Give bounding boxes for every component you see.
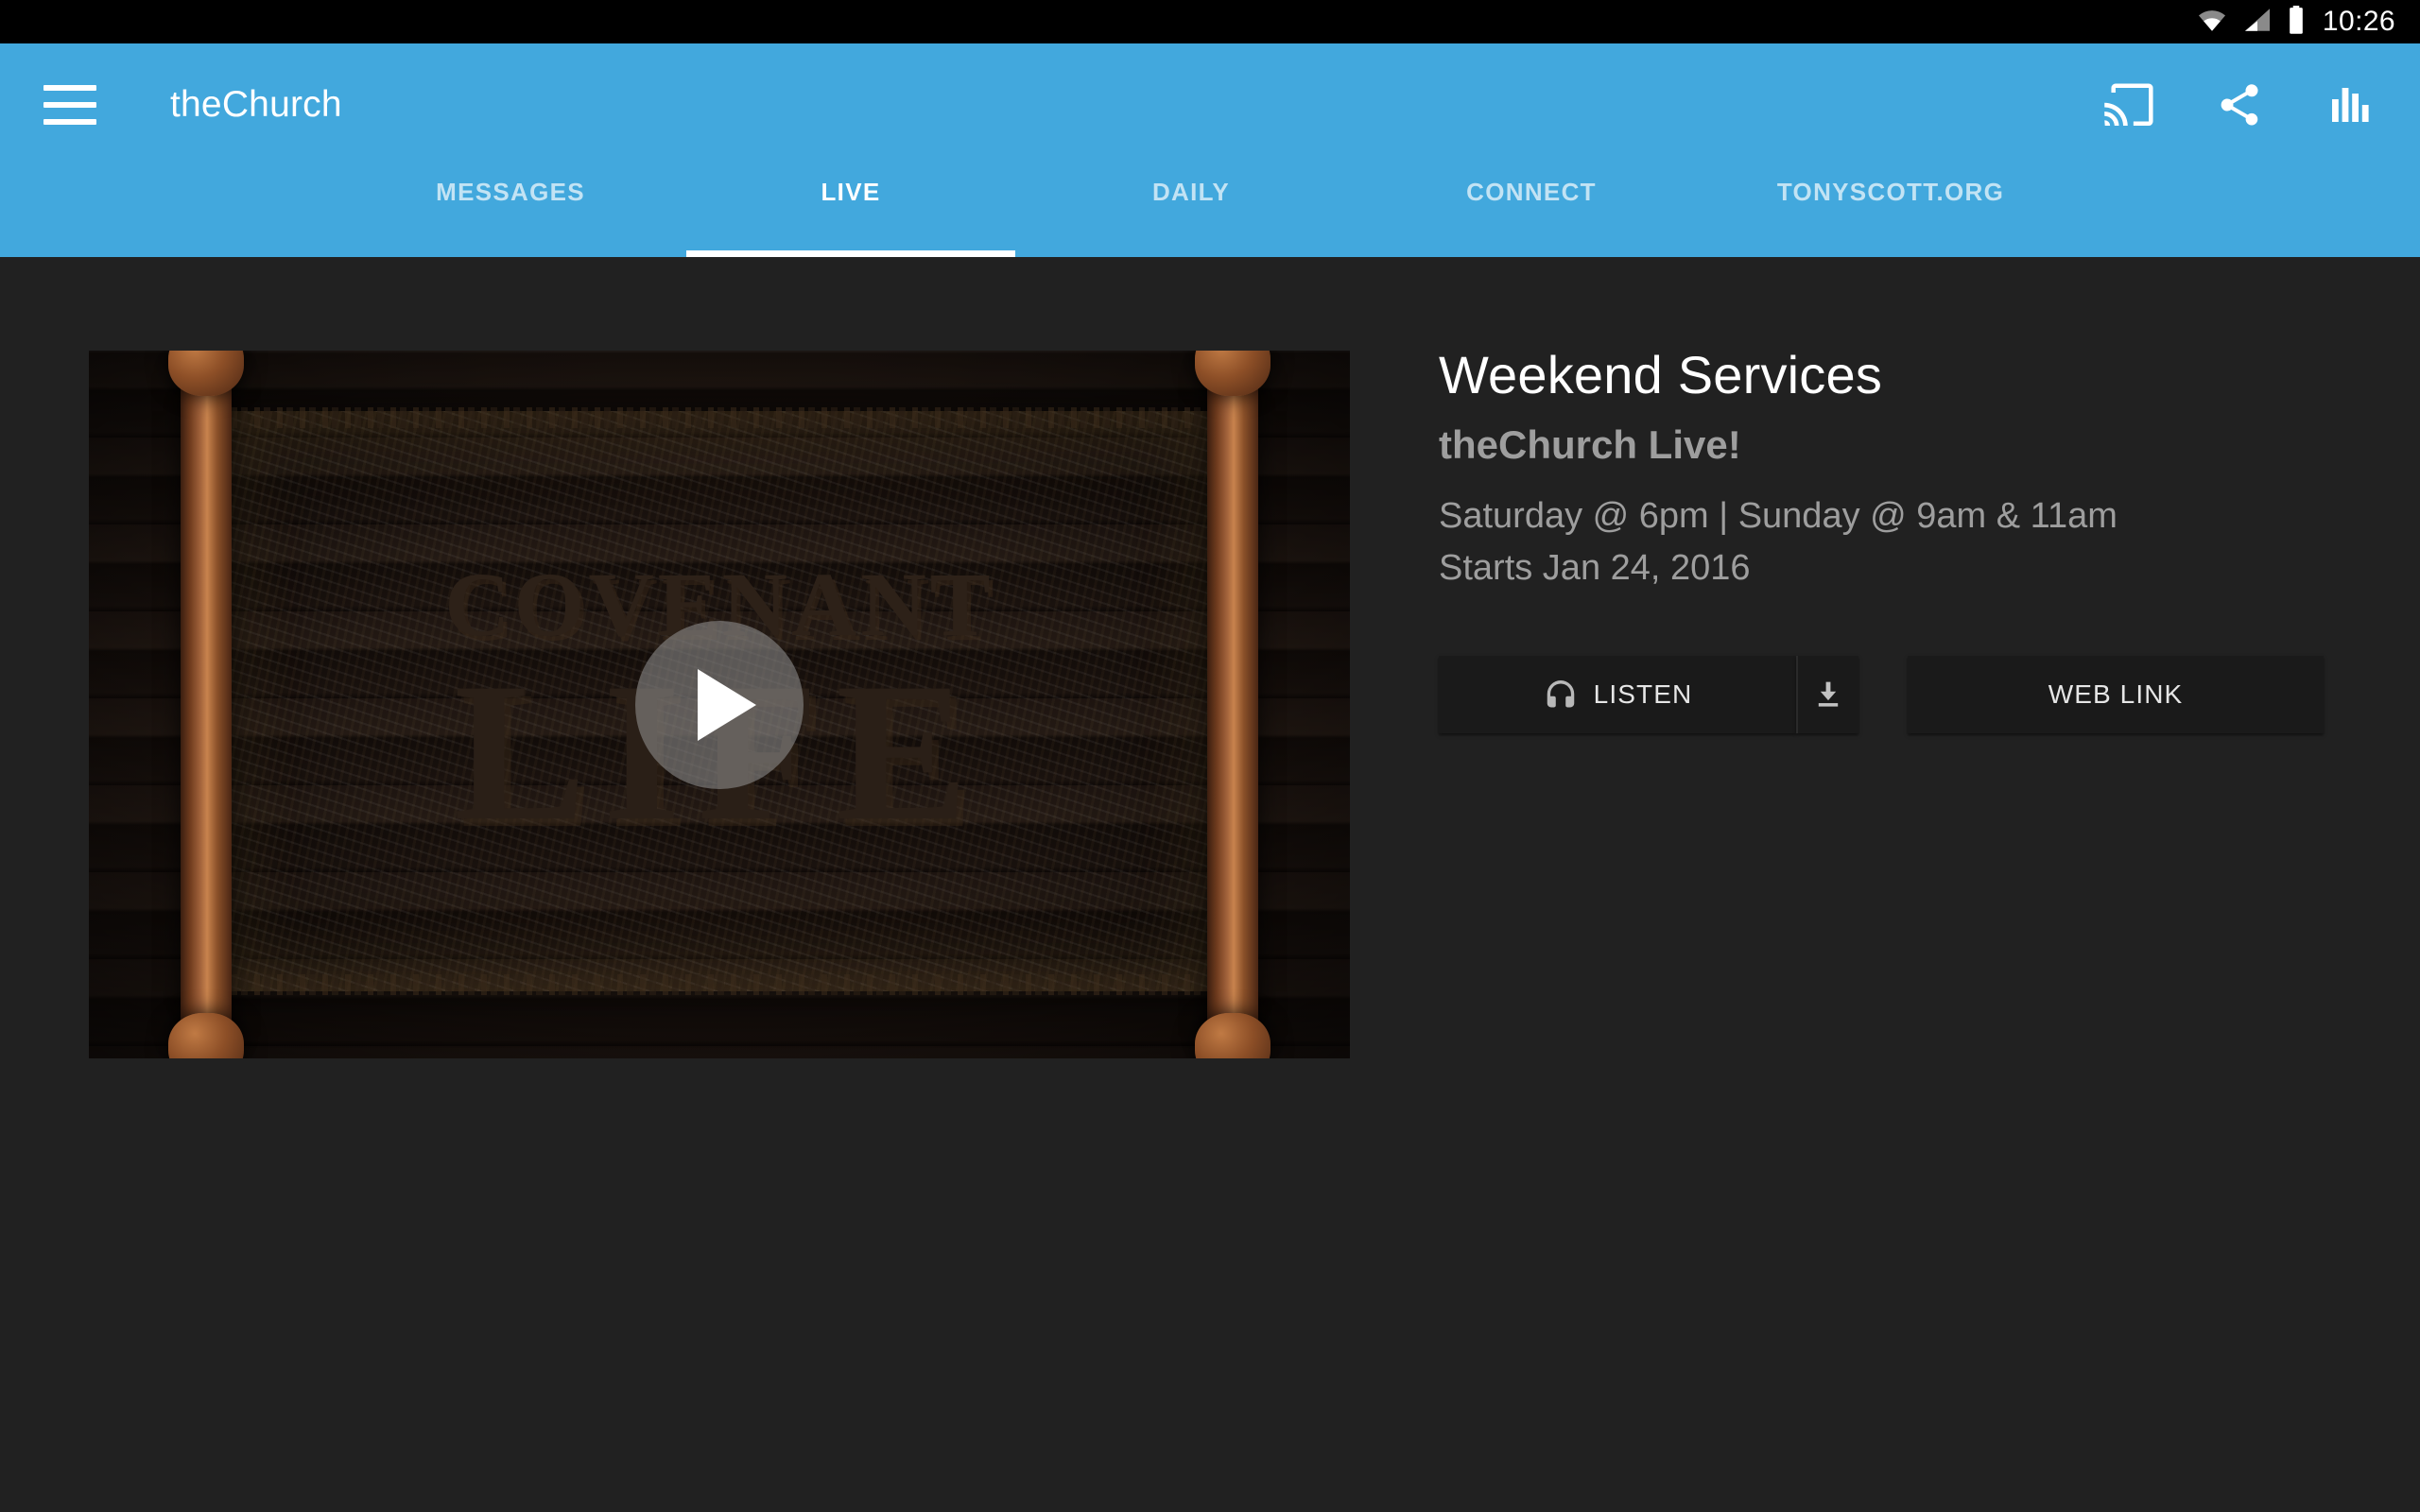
listen-button[interactable]: LISTEN — [1439, 656, 1796, 734]
scroll-roller-right — [1194, 351, 1270, 1058]
tab-connect-label: CONNECT — [1466, 178, 1597, 206]
status-bar: 10:26 — [0, 0, 2420, 43]
equalizer-icon[interactable] — [2324, 77, 2378, 132]
play-button[interactable] — [635, 620, 804, 789]
details-subtitle: theChurch Live! — [1439, 421, 1741, 467]
download-button[interactable] — [1796, 656, 1858, 734]
roller-knob-bottom-right — [1194, 1012, 1270, 1058]
headphones-icon — [1543, 677, 1579, 713]
action-button-row: LISTEN WEB LINK — [1439, 656, 2327, 734]
details-title: Weekend Services — [1439, 345, 1883, 404]
download-icon — [1812, 679, 1844, 711]
status-bar-icons — [2196, 5, 2306, 39]
parchment-bottom-edge — [208, 973, 1231, 995]
play-triangle-icon — [698, 668, 756, 741]
web-link-button-label: WEB LINK — [2048, 679, 2184, 710]
details-panel: Weekend Services theChurch Live! Saturda… — [1439, 345, 2327, 734]
tab-messages-label: MESSAGES — [436, 178, 585, 206]
tab-live[interactable]: LIVE — [681, 166, 1021, 257]
tab-live-label: LIVE — [821, 178, 881, 206]
share-icon[interactable] — [2212, 77, 2267, 132]
scroll-roller-left — [168, 351, 245, 1058]
app-bar: theChurch MESSAGES LIVE DAILY CONNECT TO… — [0, 43, 2420, 257]
tab-tonyscott-org-label: TONYSCOTT.ORG — [1776, 178, 2005, 206]
app-bar-actions — [2100, 77, 2388, 132]
tab-connect[interactable]: CONNECT — [1361, 166, 1702, 257]
listen-button-group: LISTEN — [1439, 656, 1858, 734]
battery-icon — [2287, 5, 2306, 39]
main-content: COVENANT LIFE Weekend Services theChurch… — [0, 257, 2420, 1512]
details-schedule: Saturday @ 6pm | Sunday @ 9am & 11am — [1439, 496, 2118, 537]
tab-tonyscott-org[interactable]: TONYSCOTT.ORG — [1702, 166, 2080, 257]
parchment-top-edge — [208, 406, 1231, 428]
wifi-icon — [2196, 8, 2228, 37]
video-thumbnail[interactable]: COVENANT LIFE — [89, 351, 1350, 1058]
roller-knob-bottom-left — [168, 1012, 245, 1058]
status-bar-clock: 10:26 — [2322, 6, 2395, 37]
listen-button-label: LISTEN — [1593, 679, 1693, 710]
app-title: theChurch — [170, 84, 342, 125]
details-start-date: Starts Jan 24, 2016 — [1439, 547, 1751, 588]
cellular-signal-icon — [2243, 8, 2272, 37]
tab-messages[interactable]: MESSAGES — [340, 166, 681, 257]
tab-daily-label: DAILY — [1151, 178, 1231, 206]
hamburger-menu-icon[interactable] — [43, 85, 96, 125]
app-bar-top-row: theChurch — [0, 43, 2420, 166]
tab-bar: MESSAGES LIVE DAILY CONNECT TONYSCOTT.OR… — [0, 166, 2420, 257]
cast-icon[interactable] — [2100, 77, 2155, 132]
tab-daily[interactable]: DAILY — [1021, 166, 1361, 257]
web-link-button[interactable]: WEB LINK — [1908, 656, 2324, 734]
